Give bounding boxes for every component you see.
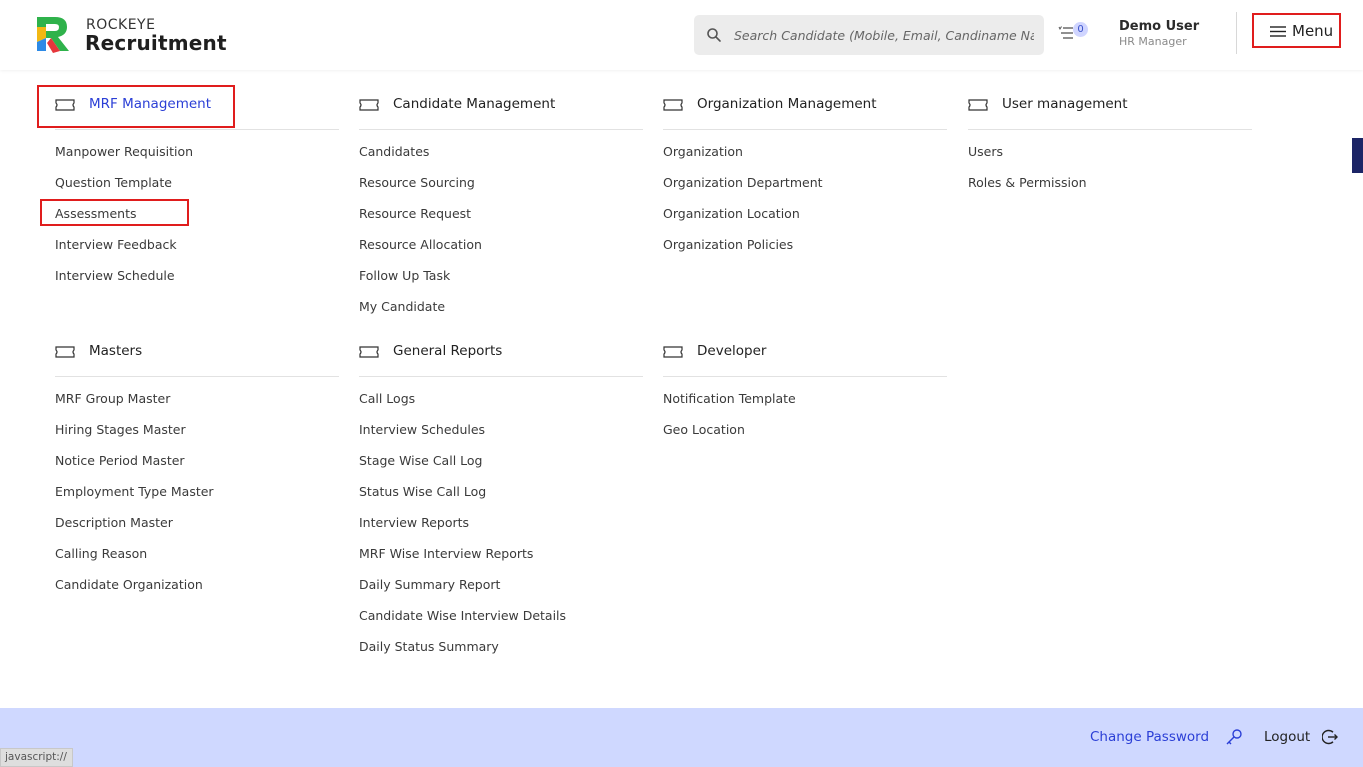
change-password-link[interactable]: Change Password bbox=[1090, 729, 1209, 745]
section-title: MRF Management bbox=[89, 96, 212, 112]
section-title: Developer bbox=[697, 343, 767, 359]
menu-link[interactable]: Notice Period Master bbox=[55, 445, 339, 476]
header-divider bbox=[1236, 12, 1237, 54]
menu-link[interactable]: Question Template bbox=[55, 167, 339, 198]
user-name[interactable]: Demo User bbox=[1119, 19, 1199, 34]
search-box bbox=[694, 15, 1044, 55]
menu-link[interactable]: Geo Location bbox=[663, 414, 947, 445]
logout-icon[interactable] bbox=[1322, 729, 1338, 745]
section-general-reports: General Reports Call Logs Interview Sche… bbox=[359, 336, 643, 662]
section-header[interactable]: Organization Management bbox=[663, 89, 947, 130]
menu-link[interactable]: Organization bbox=[663, 136, 947, 167]
section-masters: Masters MRF Group Master Hiring Stages M… bbox=[55, 336, 339, 600]
browser-status-bar: javascript:// bbox=[0, 748, 73, 767]
rockeye-logo[interactable] bbox=[33, 13, 71, 55]
menu-link[interactable]: Follow Up Task bbox=[359, 260, 643, 291]
menu-link[interactable]: Interview Schedules bbox=[359, 414, 643, 445]
search-icon bbox=[707, 28, 721, 42]
menu-link[interactable]: Stage Wise Call Log bbox=[359, 445, 643, 476]
section-user-management: User management Users Roles & Permission bbox=[968, 89, 1252, 198]
search-input[interactable] bbox=[734, 15, 1034, 55]
menu-link[interactable]: Resource Request bbox=[359, 198, 643, 229]
menu-link[interactable]: Resource Sourcing bbox=[359, 167, 643, 198]
key-icon[interactable] bbox=[1225, 728, 1243, 746]
section-header[interactable]: MRF Management bbox=[55, 89, 339, 130]
menu-link[interactable]: Candidate Organization bbox=[55, 569, 339, 600]
menu-link[interactable]: Users bbox=[968, 136, 1252, 167]
menu-link[interactable]: Organization Department bbox=[663, 167, 947, 198]
footer-bar: Change Password Logout bbox=[0, 708, 1363, 767]
menu-link[interactable]: Interview Feedback bbox=[55, 229, 339, 260]
menu-button[interactable]: Menu bbox=[1252, 13, 1341, 48]
menu-link[interactable]: Calling Reason bbox=[55, 538, 339, 569]
menu-link[interactable]: Interview Schedule bbox=[55, 260, 339, 291]
notification-count-badge: 0 bbox=[1073, 22, 1088, 37]
ticket-icon bbox=[55, 346, 75, 358]
side-panel-tab[interactable] bbox=[1352, 138, 1363, 173]
menu-label: Menu bbox=[1292, 22, 1334, 40]
menu-link[interactable]: Organization Policies bbox=[663, 229, 947, 260]
section-mrf-management: MRF Management Manpower Requisition Ques… bbox=[55, 89, 339, 291]
hamburger-icon bbox=[1270, 26, 1286, 37]
menu-link[interactable]: Call Logs bbox=[359, 383, 643, 414]
ticket-icon bbox=[663, 99, 683, 111]
menu-link[interactable]: Status Wise Call Log bbox=[359, 476, 643, 507]
menu-link[interactable]: Candidate Wise Interview Details bbox=[359, 600, 643, 631]
ticket-icon bbox=[359, 99, 379, 111]
menu-link[interactable]: Organization Location bbox=[663, 198, 947, 229]
menu-link[interactable]: Employment Type Master bbox=[55, 476, 339, 507]
menu-link[interactable]: Roles & Permission bbox=[968, 167, 1252, 198]
section-header[interactable]: General Reports bbox=[359, 336, 643, 377]
section-header[interactable]: User management bbox=[968, 89, 1252, 130]
section-header[interactable]: Masters bbox=[55, 336, 339, 377]
menu-link[interactable]: Hiring Stages Master bbox=[55, 414, 339, 445]
menu-link[interactable]: MRF Group Master bbox=[55, 383, 339, 414]
menu-link[interactable]: Candidates bbox=[359, 136, 643, 167]
ticket-icon bbox=[968, 99, 988, 111]
section-header[interactable]: Developer bbox=[663, 336, 947, 377]
notification-list-icon bbox=[1058, 26, 1073, 39]
menu-link[interactable]: Daily Status Summary bbox=[359, 631, 643, 662]
section-developer: Developer Notification Template Geo Loca… bbox=[663, 336, 947, 445]
ticket-icon bbox=[359, 346, 379, 358]
section-candidate-management: Candidate Management Candidates Resource… bbox=[359, 89, 643, 322]
menu-link[interactable]: MRF Wise Interview Reports bbox=[359, 538, 643, 569]
menu-link[interactable]: Notification Template bbox=[663, 383, 947, 414]
menu-link[interactable]: Manpower Requisition bbox=[55, 136, 339, 167]
ticket-icon bbox=[55, 99, 75, 111]
section-header[interactable]: Candidate Management bbox=[359, 89, 643, 130]
section-title: Organization Management bbox=[697, 96, 877, 112]
logout-link[interactable]: Logout bbox=[1264, 729, 1310, 745]
menu-link[interactable]: Interview Reports bbox=[359, 507, 643, 538]
menu-link[interactable]: Resource Allocation bbox=[359, 229, 643, 260]
section-organization-management: Organization Management Organization Org… bbox=[663, 89, 947, 260]
user-role: HR Manager bbox=[1119, 35, 1187, 48]
section-title: General Reports bbox=[393, 343, 503, 359]
ticket-icon bbox=[663, 346, 683, 358]
section-title: Masters bbox=[89, 343, 143, 359]
menu-link[interactable]: My Candidate bbox=[359, 291, 643, 322]
menu-link[interactable]: Description Master bbox=[55, 507, 339, 538]
brand-title: Recruitment bbox=[85, 31, 227, 55]
menu-link[interactable]: Assessments bbox=[55, 198, 339, 229]
section-title: Candidate Management bbox=[393, 96, 556, 112]
section-title: User management bbox=[1002, 96, 1128, 112]
menu-link[interactable]: Daily Summary Report bbox=[359, 569, 643, 600]
notification-button[interactable]: 0 bbox=[1058, 22, 1092, 48]
top-header: ROCKEYE Recruitment 0 Demo User HR Manag… bbox=[0, 0, 1363, 70]
